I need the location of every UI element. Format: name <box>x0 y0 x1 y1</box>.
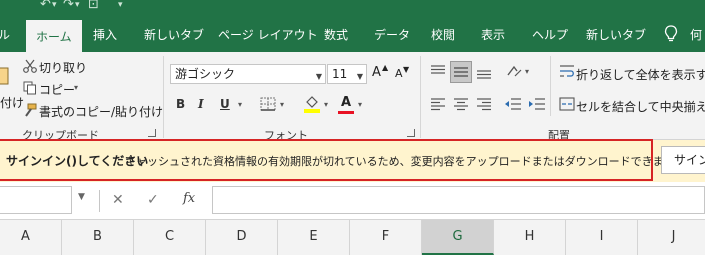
tab-ribbon-10[interactable]: 新しいタブ <box>586 18 646 52</box>
tab-ribbon-6[interactable]: データ <box>374 18 410 52</box>
copy-dropdown-icon[interactable]: ▾ <box>74 83 78 92</box>
increase-indent-icon[interactable] <box>528 97 546 111</box>
orientation-icon[interactable] <box>506 63 522 79</box>
align-middle-icon <box>454 67 468 77</box>
tab-ribbon-3[interactable]: 新しいタブ <box>144 18 204 52</box>
column-header-g[interactable]: G <box>422 220 494 255</box>
font-launcher-icon[interactable] <box>407 129 415 137</box>
decrease-indent-icon[interactable] <box>504 97 522 111</box>
copy-icon[interactable] <box>23 81 37 95</box>
clipboard-launcher-icon[interactable] <box>148 129 156 137</box>
tab-ribbon-2[interactable]: 挿入 <box>93 18 117 52</box>
format-painter-icon[interactable] <box>23 103 37 117</box>
scissors-icon[interactable] <box>23 59 37 73</box>
border-icon[interactable] <box>260 97 276 111</box>
group-divider <box>420 56 421 138</box>
column-header-i[interactable]: I <box>566 220 638 255</box>
wrap-text-button[interactable]: 折り返して全体を表示する <box>576 66 705 83</box>
tab-ribbon-0[interactable]: ル <box>0 18 10 52</box>
column-header-d[interactable]: D <box>206 220 278 255</box>
copy-button[interactable]: コピー <box>39 81 75 98</box>
redo-icon[interactable]: ↷ <box>63 0 74 12</box>
formula-input[interactable] <box>212 186 705 214</box>
wrap-text-icon[interactable] <box>559 63 575 79</box>
bold-button[interactable]: B <box>176 97 185 111</box>
grow-font-arrow-icon: ▲ <box>382 63 389 72</box>
border-dropdown-icon[interactable]: ▾ <box>280 100 284 109</box>
format-painter-button[interactable]: 書式のコピー/貼り付け <box>39 103 163 120</box>
orientation-dropdown-icon[interactable]: ▾ <box>525 67 529 76</box>
name-box-dropdown-icon[interactable]: ▼ <box>78 192 85 202</box>
underline-button[interactable]: U <box>220 97 230 111</box>
align-center-icon[interactable] <box>453 97 469 111</box>
fill-color-dropdown-icon[interactable]: ▾ <box>324 100 328 109</box>
enter-icon[interactable]: ✓ <box>147 192 159 208</box>
font-size-value: 11 <box>332 67 348 81</box>
tab-ribbon-5[interactable]: 数式 <box>324 18 348 52</box>
sign-in-button[interactable]: サイン <box>661 146 705 174</box>
name-box[interactable] <box>0 186 72 214</box>
align-left-icon[interactable] <box>430 97 446 111</box>
tab-ribbon-9[interactable]: ヘルプ <box>532 18 568 52</box>
tab-ribbon-7[interactable]: 校閲 <box>431 18 455 52</box>
lightbulb-icon[interactable] <box>664 25 678 43</box>
tab-ribbon-11[interactable]: 何 <box>690 18 702 52</box>
font-color-swatch <box>338 111 354 114</box>
font-color-dropdown-icon[interactable]: ▾ <box>358 100 362 109</box>
tab-home[interactable]: ホーム <box>26 18 82 52</box>
column-header-a[interactable]: A <box>0 220 62 255</box>
grow-font-button[interactable]: A <box>372 65 381 80</box>
font-size-dropdown[interactable]: 11 ▼ <box>327 64 367 84</box>
formula-bar-divider <box>99 190 100 212</box>
column-header-j[interactable]: J <box>638 220 705 255</box>
paste-button-label[interactable]: 付け <box>0 94 24 111</box>
chevron-down-icon: ▼ <box>356 72 363 81</box>
alignment-inner-divider <box>550 56 551 116</box>
chevron-down-icon: ▼ <box>315 72 322 81</box>
fill-color-icon[interactable] <box>303 94 321 114</box>
cut-button[interactable]: 切り取り <box>39 59 87 76</box>
insert-function-button[interactable]: fx <box>183 191 195 206</box>
undo-caret-icon[interactable]: ▾ <box>52 0 57 10</box>
column-header-e[interactable]: E <box>278 220 350 255</box>
column-header-h[interactable]: H <box>494 220 566 255</box>
redo-caret-icon[interactable]: ▾ <box>75 0 80 10</box>
font-name-dropdown[interactable]: 游ゴシック ▼ <box>170 64 326 84</box>
align-top-icon[interactable] <box>430 64 446 78</box>
shrink-font-arrow-icon: ▼ <box>403 65 410 74</box>
italic-button[interactable]: I <box>198 97 204 111</box>
align-right-icon[interactable] <box>476 97 492 111</box>
cancel-icon[interactable]: ✕ <box>112 192 124 208</box>
align-bottom-icon[interactable] <box>476 64 492 80</box>
column-header-f[interactable]: F <box>350 220 422 255</box>
merge-center-icon[interactable] <box>559 96 575 112</box>
font-color-button[interactable]: A <box>341 95 351 110</box>
sign-in-button-label: サイン <box>674 153 705 167</box>
customize-qat-icon[interactable]: ▾ <box>118 0 123 10</box>
column-header-c[interactable]: C <box>134 220 206 255</box>
underline-dropdown-icon[interactable]: ▾ <box>238 100 242 109</box>
undo-icon[interactable]: ↶ <box>40 0 51 12</box>
shrink-font-button[interactable]: A <box>395 67 403 80</box>
tab-ribbon-4[interactable]: ページ レイアウト <box>218 18 318 52</box>
tab-ribbon-8[interactable]: 表示 <box>481 18 505 52</box>
message-body: キャッシュされた資格情報の有効期限が切れているため、変更内容をアップロードまたは… <box>125 155 697 168</box>
touch-mode-icon[interactable]: ⊡ <box>88 0 99 12</box>
group-divider <box>163 56 164 138</box>
title-bar: ↶ ▾ ↷ ▾ ⊡ ▾ <box>0 0 705 18</box>
paste-icon[interactable] <box>0 66 10 86</box>
column-header-b[interactable]: B <box>62 220 134 255</box>
merge-center-button[interactable]: セルを結合して中央揃え <box>576 98 705 115</box>
align-middle-button[interactable] <box>450 61 472 83</box>
font-name-value: 游ゴシック <box>175 67 236 81</box>
ribbon-home: 付け 切り取り コピー ▾ 書式のコピー/貼り付け クリップボード 游ゴシック … <box>0 52 705 142</box>
